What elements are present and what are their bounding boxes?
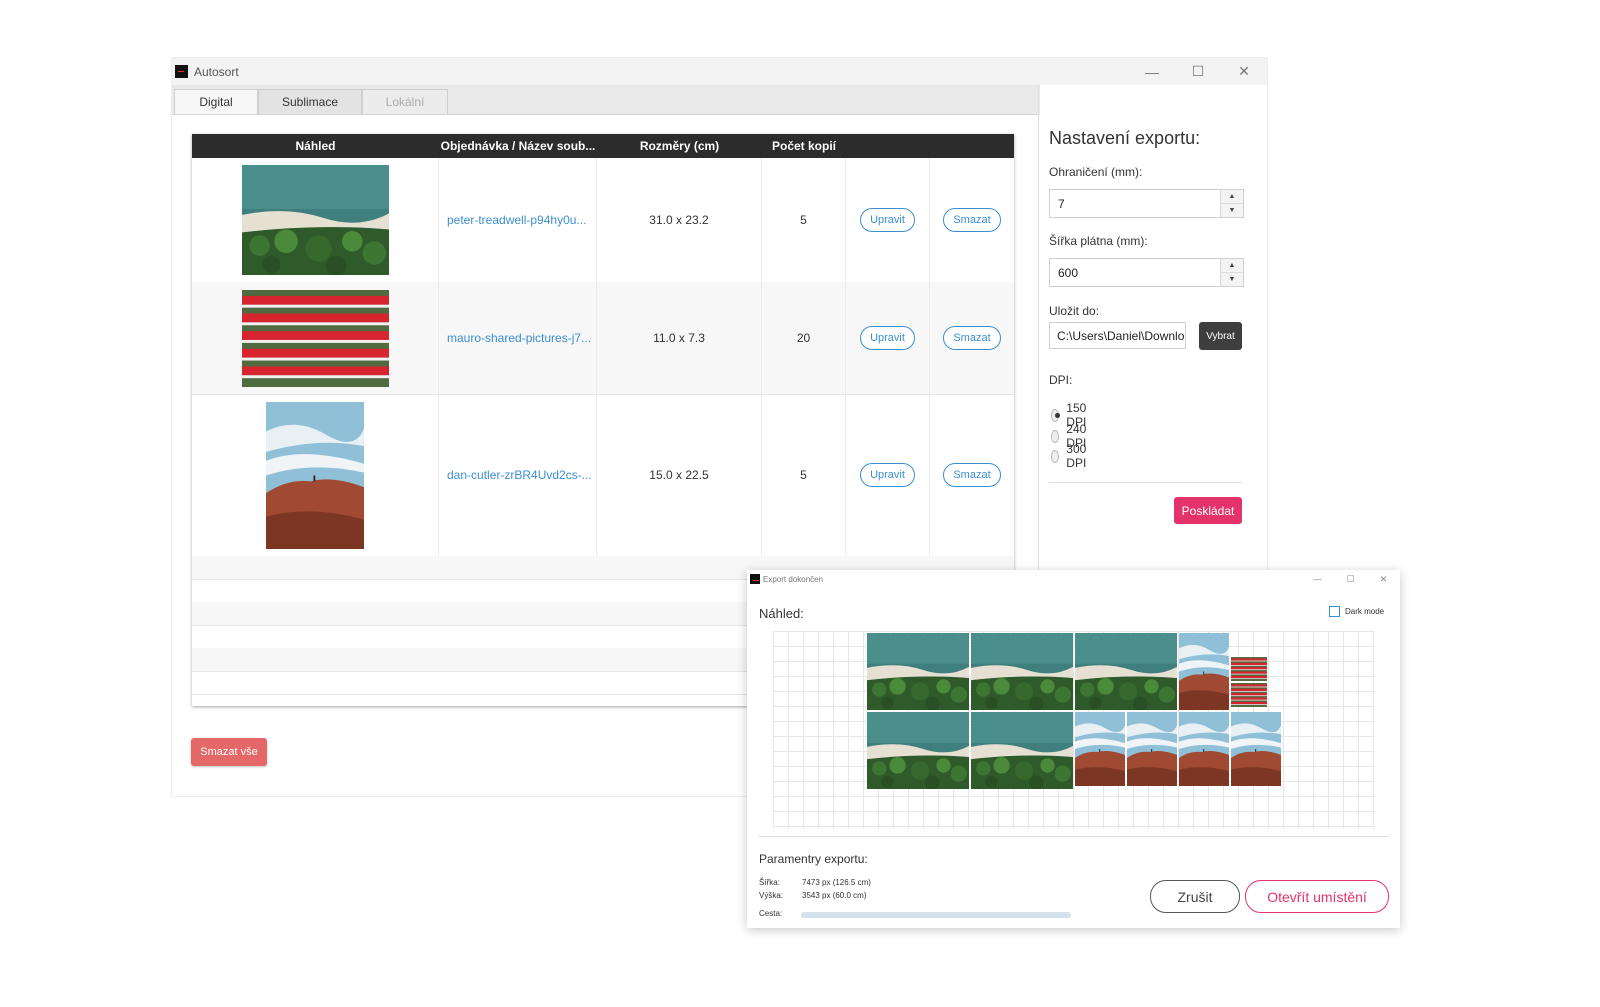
radio-icon — [1051, 449, 1060, 463]
table-row: mauro-shared-pictures-j7... 11.0 x 7.3 2… — [192, 282, 1014, 395]
file-name: peter-treadwell-p94hy0u... — [439, 158, 597, 282]
dark-mode-checkbox[interactable]: Dark mode — [1329, 606, 1384, 617]
layout-preview — [773, 631, 1375, 829]
window-title: Autosort — [194, 64, 239, 79]
export-dialog: Export dokončen — ☐ ✕ Náhled: Dark mode — [747, 570, 1400, 928]
maximize-icon[interactable]: ☐ — [1175, 58, 1221, 85]
stacked-images-preview — [773, 631, 1375, 829]
delete-button[interactable]: Smazat — [943, 208, 1001, 232]
minimize-icon[interactable]: — — [1301, 570, 1334, 588]
close-icon[interactable]: ✕ — [1367, 570, 1400, 588]
edit-button[interactable]: Upravit — [860, 463, 915, 487]
delete-button[interactable]: Smazat — [943, 463, 1001, 487]
export-params-label: Paramentry exportu: — [759, 852, 868, 866]
preview-label: Náhled: — [759, 606, 804, 621]
dimensions: 31.0 x 23.2 — [597, 158, 762, 282]
canvas-width-value: 600 — [1058, 266, 1079, 280]
app-logo-icon — [175, 65, 188, 78]
file-name: mauro-shared-pictures-j7... — [439, 282, 597, 394]
width-value: 7473 px (126.5 cm) — [802, 878, 871, 887]
checkbox-icon — [1329, 606, 1340, 617]
save-to-label: Uložit do: — [1049, 304, 1100, 318]
copies: 20 — [762, 282, 846, 394]
dialog-title: Export dokončen — [763, 574, 824, 584]
header-copies: Počet kopií — [771, 139, 836, 153]
dpi-option-300[interactable]: 300 DPI — [1051, 442, 1091, 470]
tab-digital[interactable]: Digital — [174, 89, 258, 114]
thumbnail-image — [242, 290, 389, 387]
increment-icon[interactable]: ▲ — [1221, 259, 1243, 273]
edit-button[interactable]: Upravit — [860, 326, 915, 350]
clear-all-button[interactable]: Smazat vše — [191, 738, 267, 766]
close-icon[interactable]: ✕ — [1221, 58, 1267, 85]
tab-lokalni: Lokální — [362, 89, 448, 114]
table-row: peter-treadwell-p94hy0u... 31.0 x 23.2 5… — [192, 158, 1014, 283]
choose-folder-button[interactable]: Vybrat — [1199, 322, 1242, 350]
header-name: Objednávka / Název soub... — [440, 139, 596, 153]
increment-icon[interactable]: ▲ — [1221, 190, 1243, 204]
maximize-icon[interactable]: ☐ — [1334, 570, 1367, 588]
dimensions: 11.0 x 7.3 — [597, 282, 762, 394]
border-value: 7 — [1058, 197, 1065, 211]
height-value: 3543 px (60.0 cm) — [802, 891, 867, 900]
header-preview: Náhled — [295, 139, 336, 153]
border-label: Ohraničení (mm): — [1049, 165, 1143, 179]
path-bar — [801, 912, 1071, 918]
table-row: dan-cutler-zrBR4Uvd2cs-... 15.0 x 22.5 5… — [192, 394, 1014, 557]
tab-bar: Digital Sublimace Lokální — [172, 85, 1040, 115]
canvas-width-label: Šířka plátna (mm): — [1049, 234, 1148, 248]
stack-button[interactable]: Poskládat — [1174, 497, 1242, 524]
decrement-icon[interactable]: ▼ — [1221, 204, 1243, 217]
export-settings-title: Nastavení exportu: — [1049, 128, 1201, 148]
table-header: Náhled Objednávka / Název soub... Rozměr… — [192, 134, 1014, 158]
edit-button[interactable]: Upravit — [860, 208, 915, 232]
dialog-separator — [759, 836, 1389, 837]
file-name: dan-cutler-zrBR4Uvd2cs-... — [439, 394, 597, 556]
dpi-label: DPI: — [1049, 373, 1073, 387]
decrement-icon[interactable]: ▼ — [1221, 273, 1243, 286]
header-size: Rozměry (cm) — [639, 139, 720, 153]
radio-icon — [1051, 429, 1060, 443]
app-logo-icon — [750, 574, 760, 584]
canvas-width-spinner[interactable]: 600 ▲ ▼ — [1049, 258, 1244, 287]
title-bar: Autosort — ☐ ✕ — [172, 58, 1267, 85]
path-key: Cesta: — [759, 909, 783, 918]
dimensions: 15.0 x 22.5 — [597, 394, 762, 556]
width-key: Šířka: — [759, 878, 780, 887]
thumbnail-image — [242, 165, 389, 275]
panel-separator — [1049, 482, 1242, 483]
height-key: Výška: — [759, 891, 784, 900]
save-path-input[interactable]: C:\Users\Daniel\Downlo — [1049, 322, 1186, 349]
copies: 5 — [762, 394, 846, 556]
copies: 5 — [762, 158, 846, 282]
delete-button[interactable]: Smazat — [943, 326, 1001, 350]
tab-sublimace[interactable]: Sublimace — [258, 89, 362, 114]
radio-selected-icon — [1051, 408, 1061, 422]
dialog-title-bar: Export dokončen — ☐ ✕ — [747, 570, 1400, 588]
open-location-button[interactable]: Otevřít umístění — [1245, 880, 1389, 913]
thumbnail-image — [266, 402, 364, 549]
minimize-icon[interactable]: — — [1129, 58, 1175, 85]
border-spinner[interactable]: 7 ▲ ▼ — [1049, 189, 1244, 218]
cancel-button[interactable]: Zrušit — [1150, 880, 1240, 913]
